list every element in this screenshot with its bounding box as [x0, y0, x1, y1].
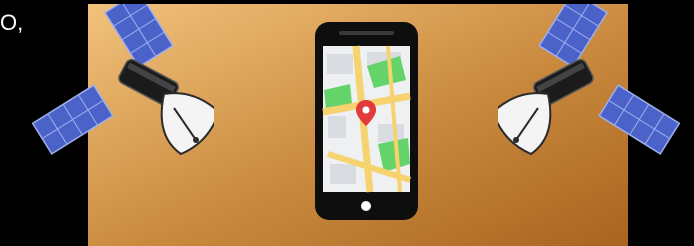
smartphone-icon	[315, 22, 418, 220]
home-button	[361, 201, 371, 211]
satellite-right-icon	[498, 4, 681, 156]
gps-illustration-panel	[31, 4, 681, 246]
satellite-left-icon	[31, 4, 214, 156]
